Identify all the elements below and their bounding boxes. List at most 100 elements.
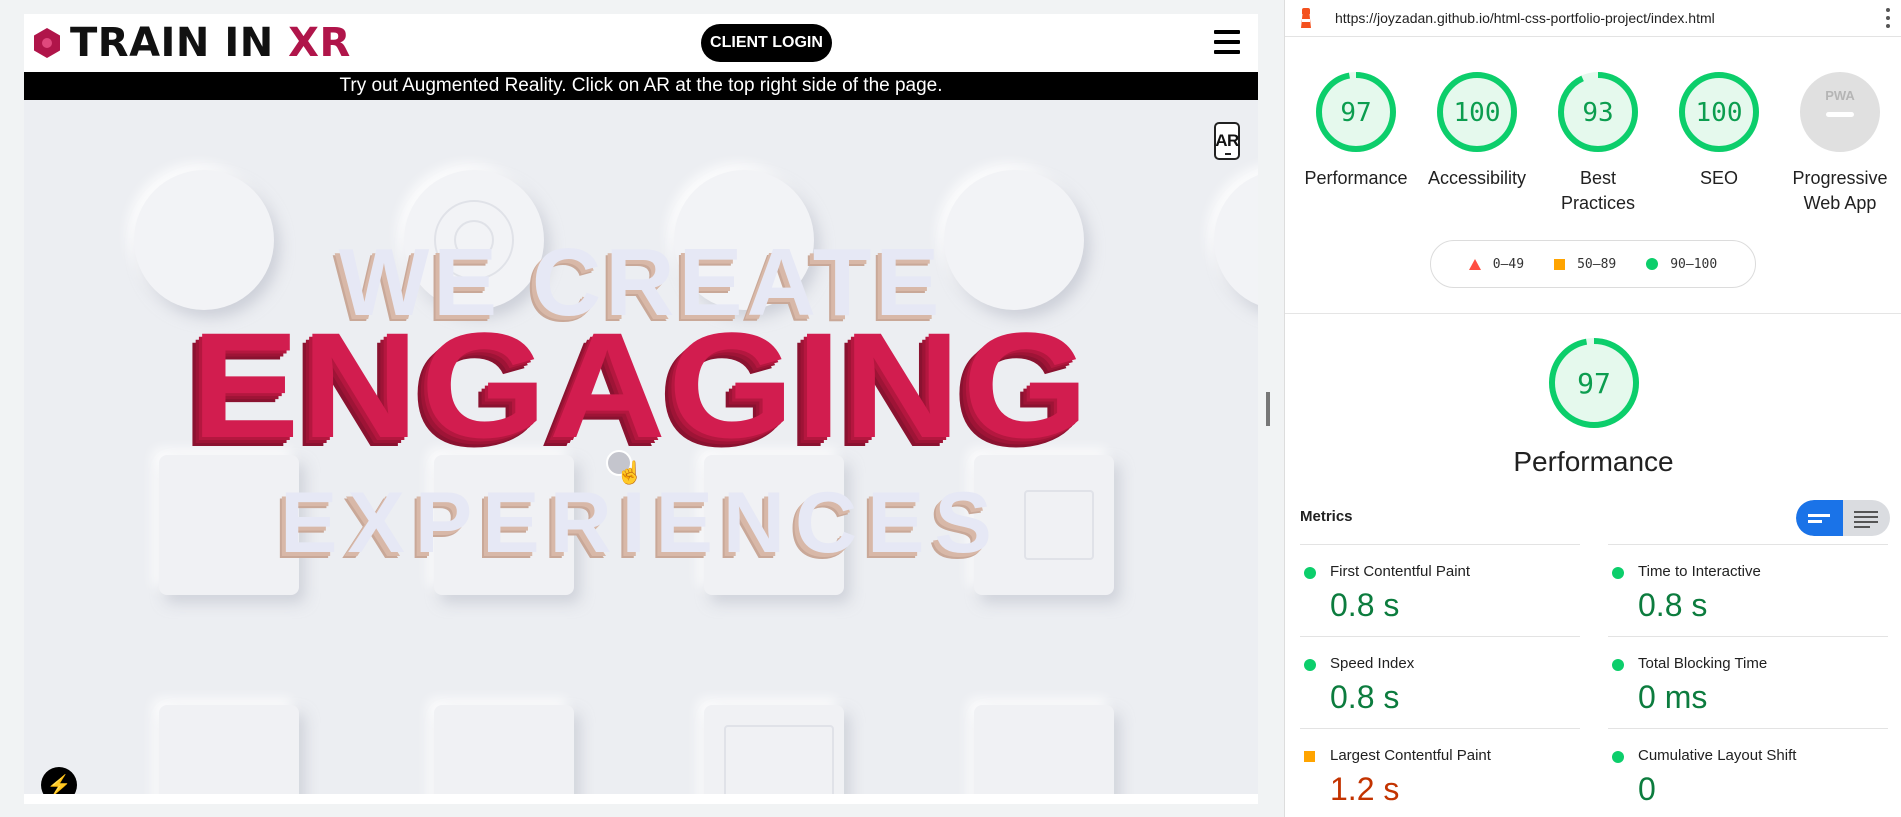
kebab-dot [1886, 8, 1890, 12]
ar-banner: Try out Augmented Reality. Click on AR a… [24, 72, 1258, 100]
gauge-seo[interactable]: 100 SEO [1658, 70, 1780, 191]
metric-value: 0.8 s [1638, 587, 1708, 623]
metric-speed-index: Speed Index 0.8 s [1300, 636, 1580, 728]
score-ring-icon: 97 [1316, 72, 1396, 152]
main-score: 97 [1577, 367, 1611, 400]
square-icon [1554, 258, 1566, 270]
metric-name: Total Blocking Time [1638, 655, 1768, 672]
decorative-square [974, 705, 1114, 794]
metric-status-icon [1304, 567, 1316, 579]
lighthouse-icon-top [1302, 8, 1310, 14]
site-viewport: TRAIN IN XR CLIENT LOGIN Try out Augment… [24, 14, 1258, 804]
panel-resize-handle[interactable] [1266, 392, 1270, 426]
compact-view-icon[interactable] [1796, 500, 1843, 536]
score-ring-icon: 93 [1558, 72, 1638, 152]
metric-value: 0 ms [1638, 679, 1708, 715]
gauge-label: Performance [1304, 168, 1408, 188]
logo-main-text: TRAIN IN [70, 20, 289, 66]
logo-text: TRAIN IN XR [70, 23, 351, 63]
gauge-score: 100 [1696, 98, 1743, 128]
metric-name: First Contentful Paint [1330, 563, 1471, 580]
legend-average: 50–89 [1554, 257, 1616, 272]
gauge-pwa[interactable]: PWA Progressive Web App [1779, 70, 1901, 216]
metric-status-icon [1304, 751, 1315, 762]
decorative-square [434, 705, 574, 794]
metric-name: Largest Contentful Paint [1330, 747, 1491, 764]
ar-phone-icon[interactable]: AR [1214, 122, 1240, 160]
report-url[interactable]: https://joyzadan.github.io/html-css-port… [1335, 10, 1715, 26]
metric-value: 1.2 s [1330, 771, 1400, 807]
metric-name: Cumulative Layout Shift [1638, 747, 1797, 764]
score-legend: 0–49 50–89 90–100 [1430, 240, 1756, 288]
legend-average-range: 50–89 [1577, 256, 1617, 272]
legend-pass: 90–100 [1646, 257, 1717, 272]
legend-fail-range: 0–49 [1492, 256, 1525, 272]
site-logo[interactable]: TRAIN IN XR [34, 22, 351, 64]
hamburger-bar [1214, 50, 1240, 54]
metric-value: 0.8 s [1330, 679, 1400, 715]
gauge-label: Accessibility [1427, 168, 1527, 188]
more-options-icon[interactable] [1885, 8, 1891, 28]
lighthouse-panel: https://joyzadan.github.io/html-css-port… [1284, 0, 1901, 817]
metric-status-icon [1612, 751, 1624, 763]
pwa-badge-icon: PWA [1800, 72, 1880, 152]
metric-value: 0 [1638, 771, 1656, 807]
metric-status-icon [1612, 567, 1624, 579]
metric-largest-contentful-paint: Largest Contentful Paint 1.2 s [1300, 728, 1580, 817]
circle-icon [1646, 258, 1659, 270]
hero-section: AR WE CREATE ENGAGING EXPERIENCES ☝ ⚡ [24, 100, 1258, 794]
legend-pass-range: 90–100 [1670, 256, 1718, 272]
report-url-bar: https://joyzadan.github.io/html-css-port… [1285, 0, 1901, 37]
metric-value: 0.8 s [1330, 587, 1400, 623]
category-gauges: 97 Performance 100 Accessibility 93 Best… [1285, 70, 1901, 220]
score-ring-icon: 97 [1548, 338, 1639, 428]
pwa-badge-text: PWA [1825, 88, 1855, 103]
lighthouse-icon-stripe [1302, 19, 1310, 22]
hand-pointer-icon: ☝ [616, 460, 644, 485]
score-ring-icon: 100 [1437, 72, 1517, 152]
hamburger-bar [1214, 30, 1240, 34]
hero-line-experiences: EXPERIENCES [280, 475, 1002, 571]
screen: TRAIN IN XR CLIENT LOGIN Try out Augment… [0, 0, 1901, 817]
hamburger-bar [1214, 40, 1240, 44]
metrics-header: Metrics [1300, 500, 1890, 536]
section-divider [1285, 313, 1901, 314]
metrics-view-toggle[interactable] [1796, 500, 1890, 536]
metric-time-to-interactive: Time to Interactive 0.8 s [1608, 544, 1888, 636]
metric-status-icon [1612, 659, 1624, 671]
ar-label: AR [1215, 131, 1239, 150]
hero-line-engaging: ENGAGING [191, 301, 1091, 469]
metric-first-contentful-paint: First Contentful Paint 0.8 s [1300, 544, 1580, 636]
metric-name: Speed Index [1330, 655, 1415, 672]
metric-total-blocking-time: Total Blocking Time 0 ms [1608, 636, 1888, 728]
kebab-dot [1886, 16, 1890, 20]
gauge-score: 97 [1340, 98, 1371, 128]
gauge-score: 100 [1454, 98, 1501, 128]
performance-title: Performance [1513, 446, 1674, 477]
gauge-performance[interactable]: 97 Performance [1295, 70, 1417, 191]
decorative-square-inner [724, 725, 834, 794]
hamburger-menu-icon[interactable] [1214, 30, 1240, 54]
logo-accent-text: XR [288, 20, 351, 66]
lightning-icon[interactable]: ⚡ [41, 767, 77, 794]
metric-cumulative-layout-shift: Cumulative Layout Shift 0 [1608, 728, 1888, 817]
site-header: TRAIN IN XR CLIENT LOGIN [24, 14, 1258, 72]
score-ring-icon: 100 [1679, 72, 1759, 152]
client-login-button[interactable]: CLIENT LOGIN [701, 24, 832, 62]
gauge-label: Best Practices [1560, 168, 1636, 213]
hexagon-logo-icon [34, 28, 60, 58]
metric-status-icon [1304, 659, 1316, 671]
gauge-accessibility[interactable]: 100 Accessibility [1416, 70, 1538, 191]
gauge-best-practices[interactable]: 93 Best Practices [1537, 70, 1659, 216]
kebab-dot [1886, 24, 1890, 28]
gauge-label: SEO [1699, 168, 1738, 188]
metrics-title: Metrics [1300, 508, 1353, 525]
gauge-label: Progressive Web App [1792, 168, 1888, 213]
decorative-square [159, 705, 299, 794]
metric-name: Time to Interactive [1638, 563, 1761, 580]
triangle-icon [1468, 258, 1481, 270]
lighthouse-icon [1299, 8, 1313, 28]
performance-summary: 97 Performance [1285, 336, 1901, 478]
gauge-score: 93 [1582, 98, 1613, 128]
legend-fail: 0–49 [1468, 256, 1525, 272]
